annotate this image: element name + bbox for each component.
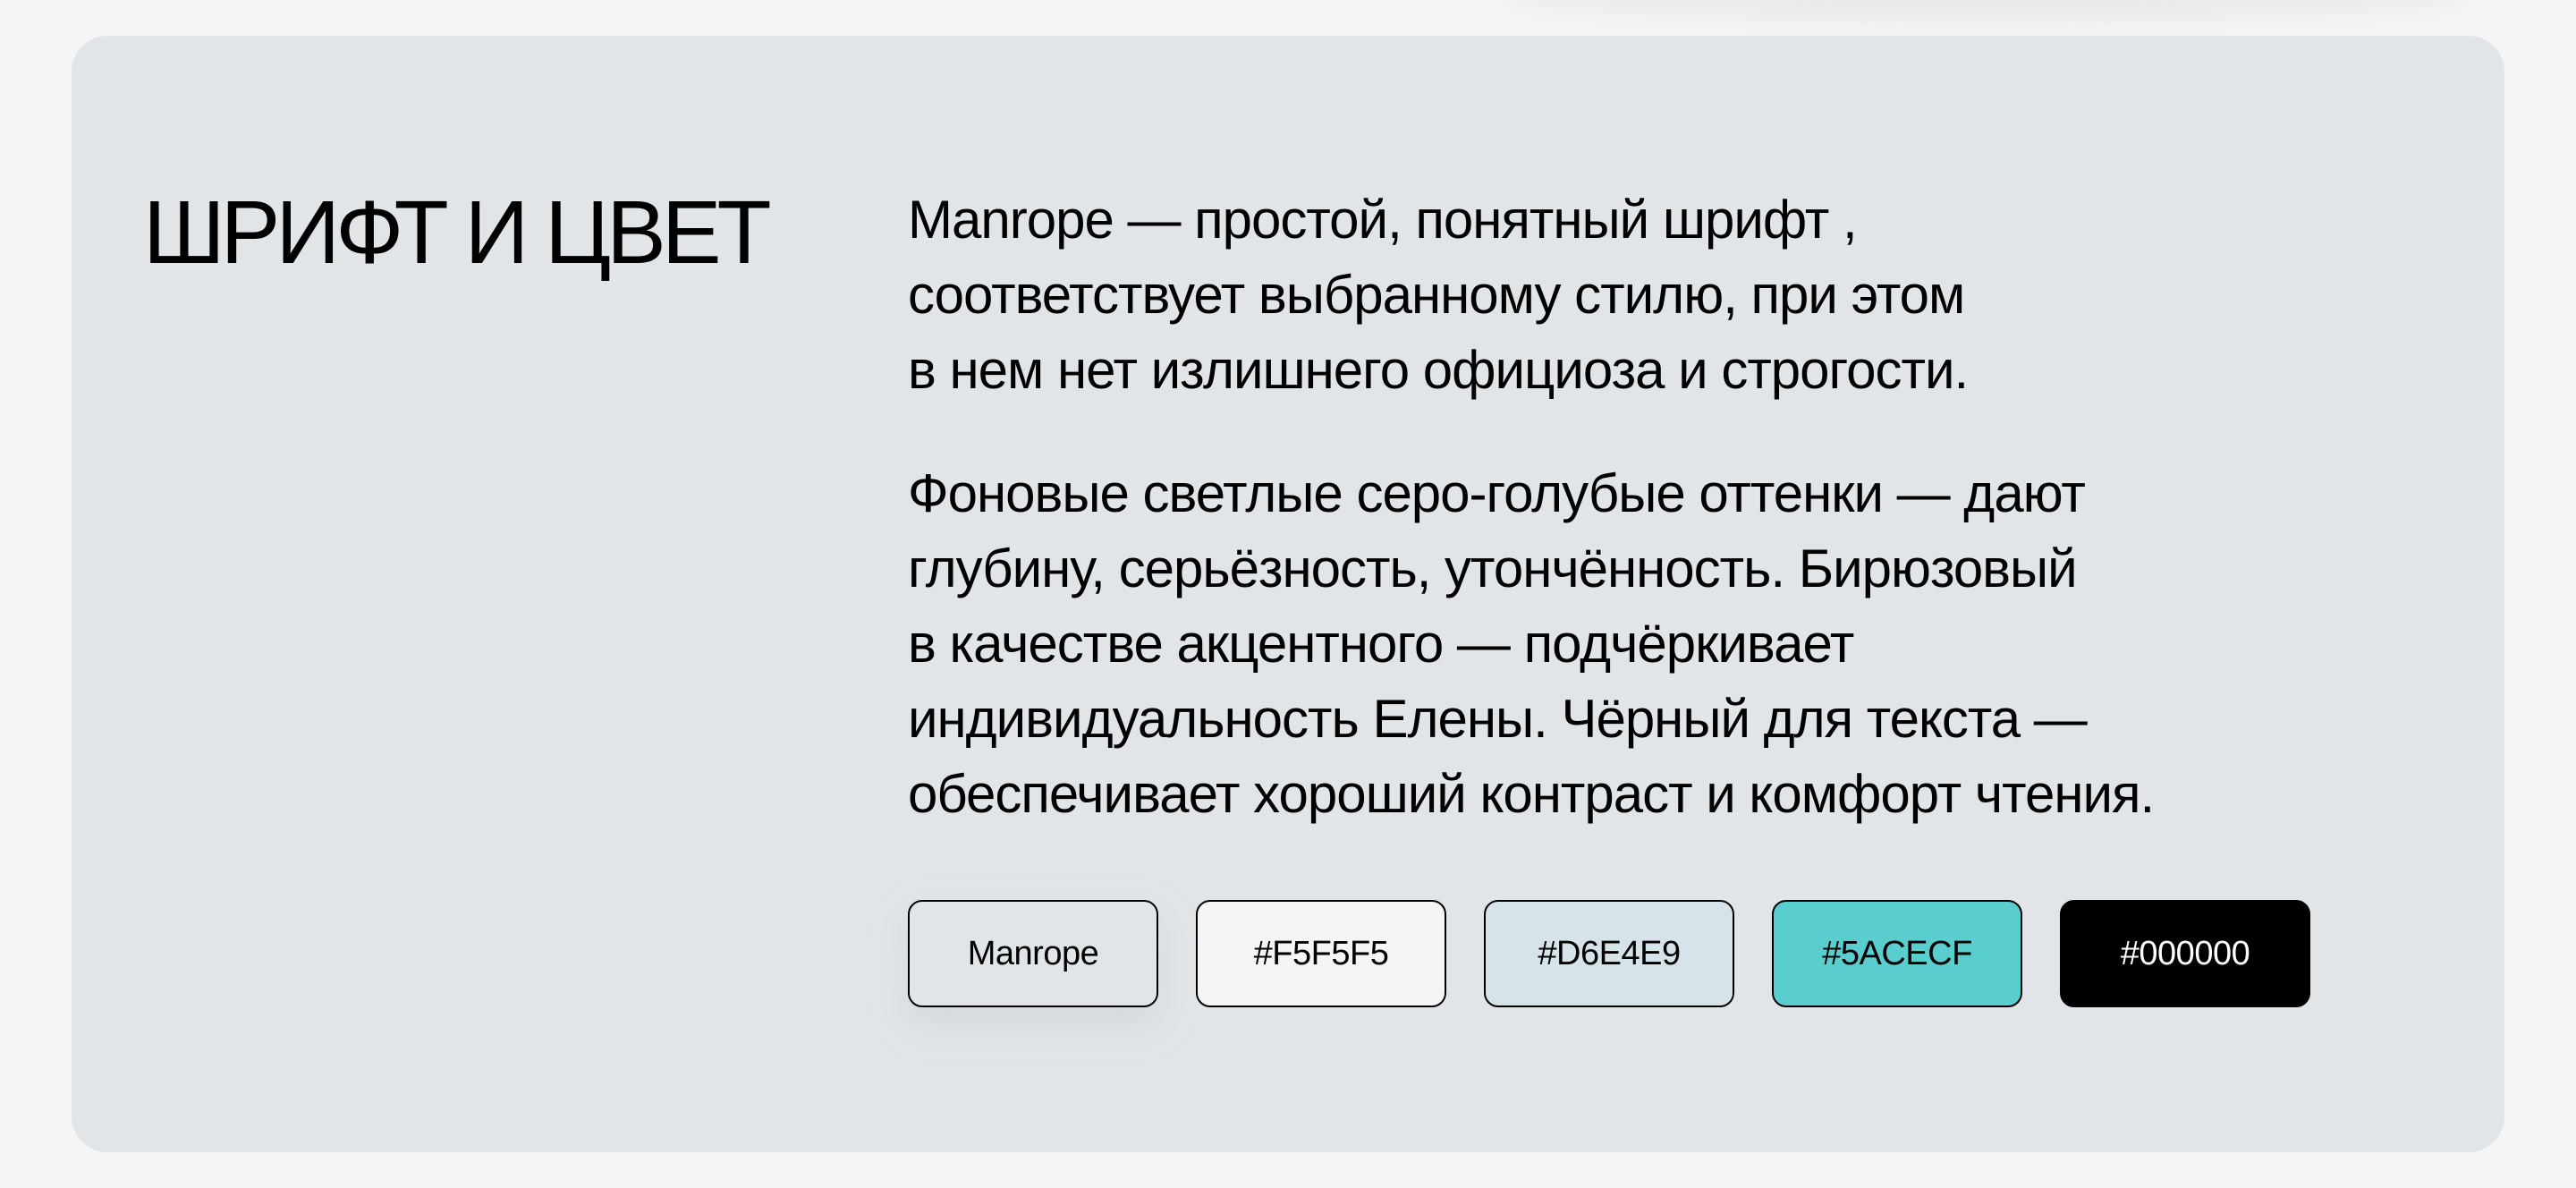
font-description: Manrope — простой, понятный шрифт , соот… <box>908 190 1969 400</box>
font-and-color-card: ШРИФТ И ЦВЕТ Manrope — простой, понятный… <box>72 36 2504 1152</box>
section-content: Manrope — простой, понятный шрифт , соот… <box>908 182 2428 1007</box>
swatch-font-manrope: Manrope <box>908 900 1158 1007</box>
swatch-row: Manrope #F5F5F5 #D6E4E9 #5ACECF #000000 <box>908 900 2428 1007</box>
swatch-color-d6e4e9: #D6E4E9 <box>1484 900 1734 1007</box>
page: ШРИФТ И ЦВЕТ Manrope — простой, понятный… <box>0 0 2576 1188</box>
color-description: Фоновые светлые серо-голубые оттенки — д… <box>908 463 2155 824</box>
swatch-color-f5f5f5: #F5F5F5 <box>1196 900 1446 1007</box>
swatch-color-000000: #000000 <box>2060 900 2310 1007</box>
top-shadow-decoration <box>1503 0 2469 18</box>
section-title: ШРИФТ И ЦВЕТ <box>143 182 772 283</box>
swatch-color-5acecf: #5ACECF <box>1772 900 2022 1007</box>
